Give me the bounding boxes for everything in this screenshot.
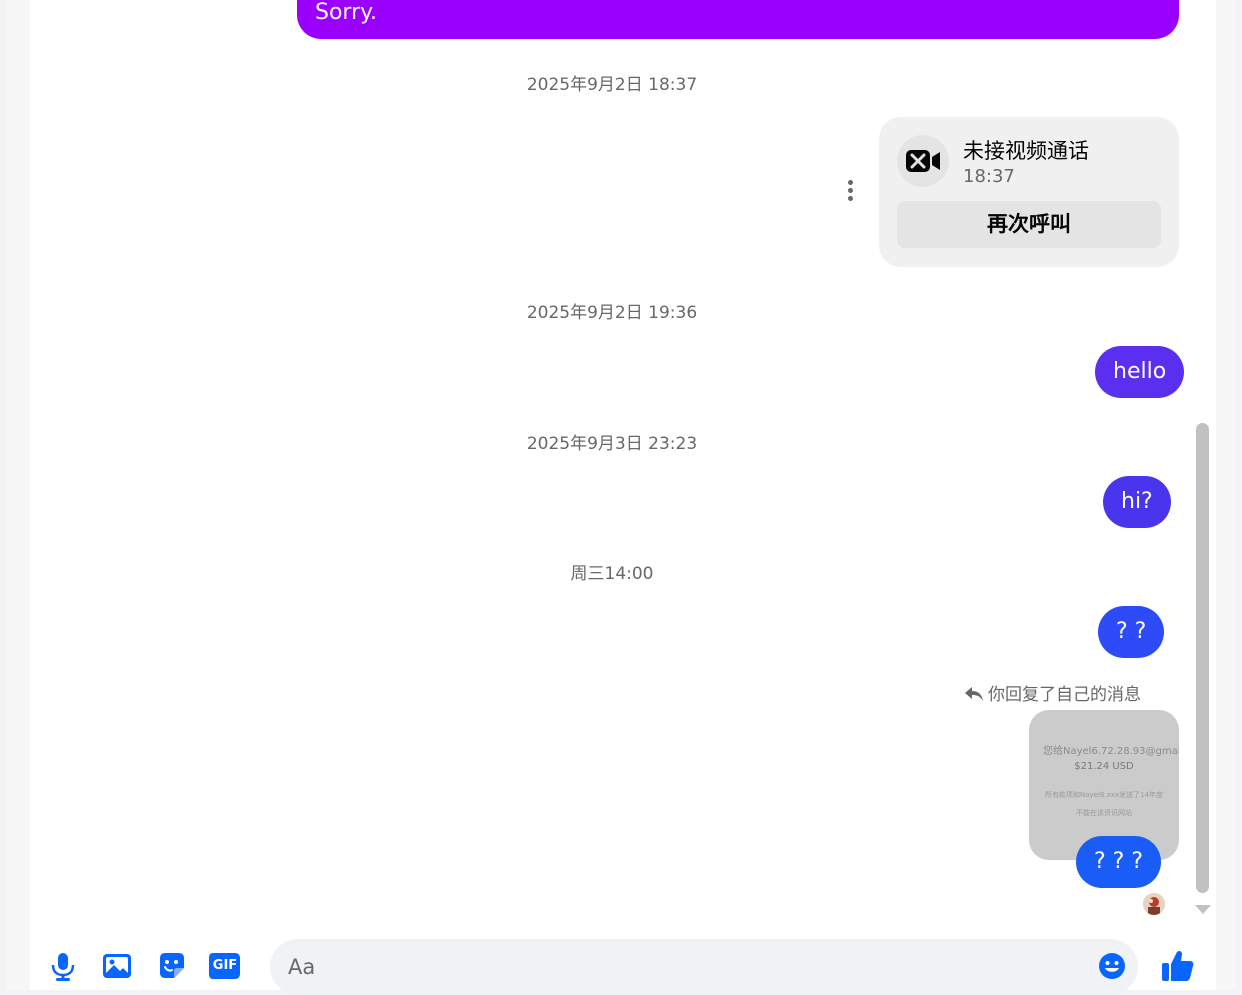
timestamp: 2025年9月2日 18:37	[526, 75, 698, 95]
timestamp: 2025年9月3日 23:23	[526, 434, 698, 454]
message-text: Sorry.	[315, 0, 378, 25]
like-thumb-icon[interactable]	[1160, 948, 1196, 984]
scroll-down-arrow-icon[interactable]	[1195, 905, 1211, 914]
missed-call-card: 未接视频通话 18:37 再次呼叫	[879, 117, 1179, 267]
image-icon[interactable]	[101, 950, 133, 982]
microphone-icon[interactable]	[47, 950, 79, 982]
message-bubble-question[interactable]: ? ?	[1098, 606, 1165, 658]
more-options-icon[interactable]	[848, 180, 854, 206]
image-preview-line: 您给Nayel6.72.28.93@gmail.com发送了	[1043, 746, 1179, 757]
reply-arrow-icon	[965, 687, 983, 701]
timestamp: 周三14:00	[570, 564, 654, 584]
missed-call-title: 未接视频通话	[963, 139, 1089, 163]
missed-call-time: 18:37	[963, 166, 1015, 187]
message-bubble-question-reply[interactable]: ? ? ?	[1076, 836, 1162, 888]
message-bubble-sorry[interactable]: Sorry.	[297, 0, 1179, 39]
gif-icon[interactable]: GIF	[208, 950, 240, 982]
image-preview-line: 所有款项和Nayel6.xxx发送了14年度	[1045, 791, 1163, 799]
timestamp: 2025年9月2日 19:36	[526, 303, 698, 323]
message-composer	[270, 939, 1138, 995]
call-again-button[interactable]: 再次呼叫	[897, 201, 1161, 248]
image-preview-line: $21.24 USD	[1074, 761, 1134, 772]
missed-video-call-icon	[897, 135, 949, 187]
message-bubble-hello[interactable]: hello	[1095, 346, 1185, 398]
scrollbar-thumb[interactable]	[1196, 423, 1209, 893]
reply-note: 你回复了自己的消息	[964, 680, 1141, 705]
emoji-icon[interactable]	[1098, 952, 1126, 980]
reply-note-text: 你回复了自己的消息	[988, 685, 1141, 705]
seen-avatar	[1143, 893, 1165, 915]
message-input[interactable]	[288, 939, 1088, 995]
gif-label: GIF	[212, 958, 238, 973]
sticker-icon[interactable]	[156, 950, 188, 982]
message-bubble-hi[interactable]: hi?	[1103, 476, 1171, 528]
image-preview-line: 不能在该资讯网站	[1076, 809, 1132, 817]
